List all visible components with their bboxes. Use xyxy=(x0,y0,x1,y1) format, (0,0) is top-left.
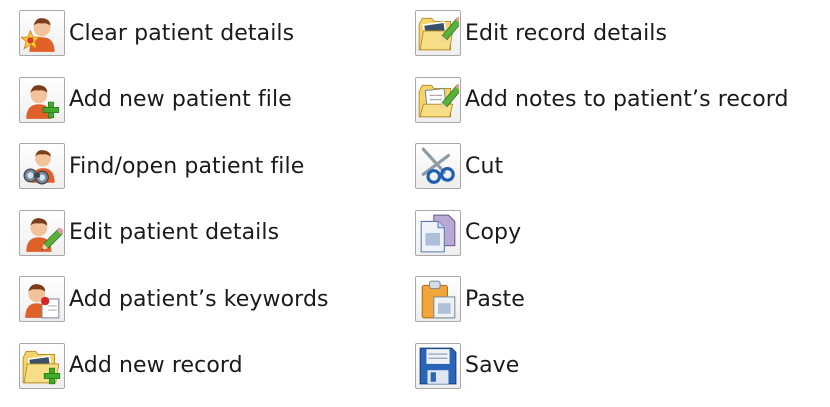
legend-item-add-record: Add new record xyxy=(19,340,329,392)
edit-patient-label: Edit patient details xyxy=(69,220,280,246)
legend-item-add-patient: Add new patient file xyxy=(19,74,329,126)
save-label: Save xyxy=(465,353,520,379)
add-record-icon xyxy=(22,350,61,385)
copy-button[interactable] xyxy=(415,209,461,256)
legend-item-cut: Cut xyxy=(415,140,789,192)
legend-item-add-notes: Add notes to patient’s record xyxy=(415,74,789,126)
save-button[interactable] xyxy=(415,342,461,389)
cut-label: Cut xyxy=(465,153,504,179)
toolbar-icon-legend: Clear patient details Add new patient fi… xyxy=(0,0,830,396)
edit-record-button[interactable] xyxy=(415,10,461,56)
legend-item-patient-keywords: Add patient’s keywords xyxy=(19,273,329,325)
paste-button[interactable] xyxy=(415,276,461,323)
legend-column-left: Clear patient details Add new patient fi… xyxy=(19,7,329,407)
add-patient-icon xyxy=(26,84,60,119)
add-patient-button[interactable] xyxy=(19,76,65,123)
patient-keywords-icon xyxy=(25,284,60,319)
legend-item-copy: Copy xyxy=(415,207,789,259)
patient-keywords-label: Add patient’s keywords xyxy=(69,286,329,312)
legend-item-paste: Paste xyxy=(415,273,789,325)
find-patient-icon xyxy=(23,150,55,185)
legend-item-save: Save xyxy=(415,340,789,392)
add-notes-icon xyxy=(418,83,459,117)
clear-patient-icon xyxy=(21,18,55,52)
patient-keywords-button[interactable] xyxy=(19,276,65,323)
legend-item-clear-patient: Clear patient details xyxy=(19,7,329,59)
clipboard-icon xyxy=(421,281,456,319)
copy-label: Copy xyxy=(465,220,522,246)
edit-patient-button[interactable] xyxy=(19,209,65,256)
edit-record-label: Edit record details xyxy=(465,20,668,46)
edit-patient-icon xyxy=(26,217,63,252)
clear-patient-label: Clear patient details xyxy=(69,20,295,46)
legend-item-edit-record: Edit record details xyxy=(415,7,789,59)
add-patient-label: Add new patient file xyxy=(69,87,292,113)
edit-record-icon xyxy=(418,16,459,51)
copy-icon xyxy=(420,214,456,253)
paste-label: Paste xyxy=(465,286,525,312)
add-record-button[interactable] xyxy=(19,342,65,389)
scissors-icon xyxy=(421,147,455,185)
legend-column-right: Edit record details Add notes to patient… xyxy=(415,7,789,407)
add-record-label: Add new record xyxy=(69,353,243,379)
cut-button[interactable] xyxy=(415,143,461,190)
find-patient-button[interactable] xyxy=(19,143,65,190)
add-notes-button[interactable] xyxy=(415,76,461,123)
clear-patient-button[interactable] xyxy=(19,10,65,56)
legend-item-edit-patient: Edit patient details xyxy=(19,207,329,259)
legend-item-find-patient: Find/open patient file xyxy=(19,140,329,192)
add-notes-label: Add notes to patient’s record xyxy=(465,87,789,113)
find-patient-label: Find/open patient file xyxy=(69,153,305,179)
floppy-disk-icon xyxy=(419,347,457,385)
